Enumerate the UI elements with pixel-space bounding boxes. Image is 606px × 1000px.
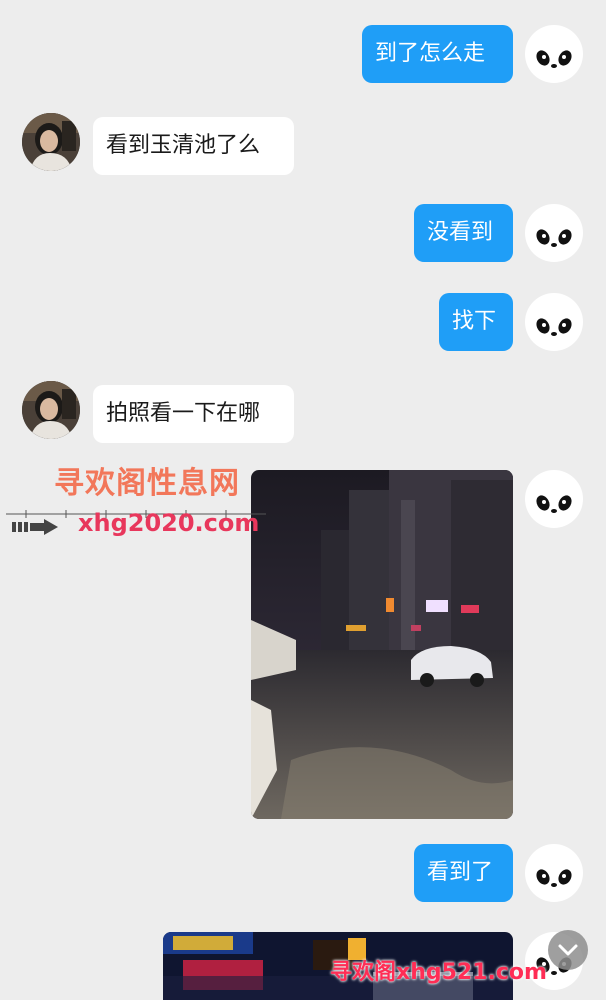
panda-icon [533,316,575,336]
message-bubble-outgoing[interactable]: 到了怎么走 [362,25,513,83]
contact-avatar[interactable] [22,381,80,439]
self-avatar[interactable] [525,470,583,528]
panda-icon [533,227,575,247]
person-photo-icon [22,113,80,171]
self-avatar[interactable] [525,293,583,351]
message-bubble-incoming[interactable]: 看到玉清池了么 [93,117,294,175]
self-avatar[interactable] [525,204,583,262]
night-street-photo [251,470,513,819]
message-bubble-outgoing[interactable]: 找下 [439,293,513,351]
message-bubble-incoming[interactable]: 拍照看一下在哪 [93,385,294,443]
self-avatar[interactable] [525,844,583,902]
contact-avatar[interactable] [22,113,80,171]
panda-icon [533,493,575,513]
panda-icon [533,867,575,887]
scroll-down-button[interactable] [548,930,588,970]
chevron-down-icon [558,944,578,956]
watermark-bottom: 寻欢阁xhg521.com [330,960,547,985]
self-avatar[interactable] [525,25,583,83]
watermark-site-name: 寻欢阁性息网 [54,466,240,501]
message-bubble-outgoing[interactable]: 没看到 [414,204,513,262]
watermark-site-url: xhg2020.com [78,509,260,537]
panda-icon [533,48,575,68]
message-bubble-outgoing[interactable]: 看到了 [414,844,513,902]
photo-message[interactable] [251,470,513,819]
person-photo-icon [22,381,80,439]
